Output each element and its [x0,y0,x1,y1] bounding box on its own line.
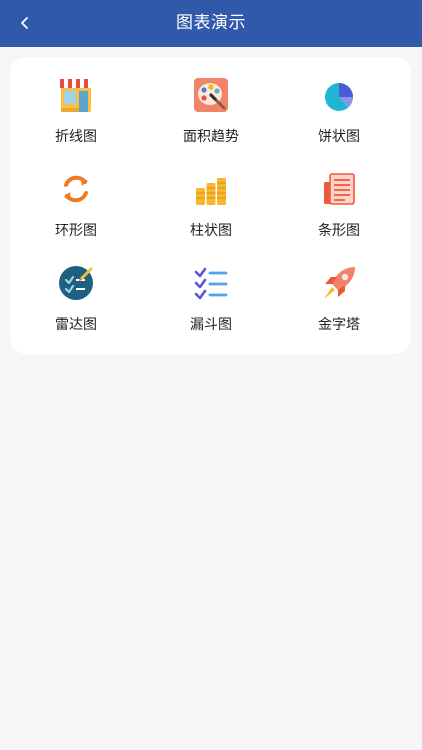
menu-item-label: 折线图 [55,129,97,145]
menu-item-label: 面积趋势 [183,129,239,145]
menu-item-pie-chart[interactable]: 饼状图 [274,57,404,151]
menu-item-label: 饼状图 [318,129,360,145]
menu-item-radar-chart[interactable]: 雷达图 [11,245,141,339]
menu-item-label: 金字塔 [318,317,360,333]
top-nav-bar: 图表演示 [0,0,422,47]
rocket-icon [321,265,357,301]
menu-item-line-chart[interactable]: 折线图 [11,57,141,151]
menu-item-label: 雷达图 [55,317,97,333]
coin-stacks-icon [193,171,229,207]
menu-item-area-trend[interactable]: 面积趋势 [146,57,276,151]
refresh-arrows-icon [58,171,94,207]
menu-item-label: 条形图 [318,223,360,239]
menu-item-ring-chart[interactable]: 环形图 [11,151,141,245]
menu-item-horizontal-bar-chart[interactable]: 条形图 [274,151,404,245]
palette-icon [193,77,229,113]
menu-item-pyramid-chart[interactable]: 金字塔 [274,245,404,339]
menu-item-label: 漏斗图 [190,317,232,333]
storefront-icon [58,77,94,113]
menu-item-bar-chart[interactable]: 柱状图 [146,151,276,245]
checklist-icon [193,265,229,301]
chart-menu-card: 折线图 面积趋势 饼状图 环形图 柱状图 条形图 雷达图 漏斗图 金字塔 [10,57,411,354]
page-title: 图表演示 [176,13,246,33]
menu-item-funnel-chart[interactable]: 漏斗图 [146,245,276,339]
menu-item-label: 柱状图 [190,223,232,239]
checklist-badge-icon [58,265,94,301]
menu-item-label: 环形图 [55,223,97,239]
newspaper-icon [321,171,357,207]
pie-chart-icon [321,77,357,113]
